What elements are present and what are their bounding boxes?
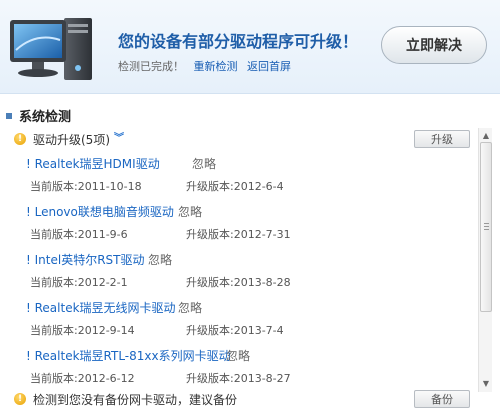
ignore-link[interactable]: 忽略 bbox=[226, 347, 250, 364]
header-banner: 您的设备有部分驱动程序可升级！ 检测已完成！ 重新检测 返回首屏 立即解决 bbox=[0, 0, 500, 94]
double-chevron-down-icon[interactable]: ︾ bbox=[114, 134, 124, 144]
upgrade-button[interactable]: 升级 bbox=[414, 130, 470, 148]
driver-name-link[interactable]: ! Realtek瑞昱HDMI驱动 bbox=[26, 155, 160, 172]
driver-item: ! Lenovo联想电脑音频驱动 忽略 当前版本:2011-9-6 升级版本:2… bbox=[26, 198, 466, 242]
scrollbar-grip-icon bbox=[484, 223, 489, 231]
section-title-text: 系统检测 bbox=[19, 110, 72, 125]
scrollbar-thumb[interactable] bbox=[480, 142, 492, 312]
ignore-link[interactable]: 忽略 bbox=[178, 203, 202, 220]
upgrade-version: 升级版本:2013-7-4 bbox=[186, 324, 284, 337]
driver-item: ! Realtek瑞昱无线网卡驱动 忽略 当前版本:2012-9-14 升级版本… bbox=[26, 294, 466, 338]
vertical-scrollbar[interactable]: ▲ ▼ bbox=[478, 128, 492, 392]
current-version: 当前版本:2012-9-14 bbox=[30, 324, 135, 337]
ignore-link[interactable]: 忽略 bbox=[192, 155, 216, 172]
driver-item: ! Intel英特尔RST驱动 忽略 当前版本:2012-2-1 升级版本:20… bbox=[26, 246, 466, 290]
upgrade-group-label: 驱动升级(5项) bbox=[33, 132, 110, 147]
rescan-link[interactable]: 重新检测 bbox=[194, 60, 238, 73]
warning-icon: ! bbox=[14, 393, 26, 405]
scroll-down-arrow-icon[interactable]: ▼ bbox=[481, 378, 491, 388]
driver-name-link[interactable]: ! Lenovo联想电脑音频驱动 bbox=[26, 203, 174, 220]
status-text: 检测已完成！ bbox=[118, 60, 184, 73]
upgrade-version: 升级版本:2013-8-28 bbox=[186, 276, 291, 289]
driver-item: ! Realtek瑞昱RTL-81xx系列网卡驱动 忽略 当前版本:2012-6… bbox=[26, 342, 466, 386]
backup-warning-text: 检测到您没有备份网卡驱动，建议备份 bbox=[33, 392, 238, 407]
page-headline: 您的设备有部分驱动程序可升级！ bbox=[118, 32, 359, 51]
upgrade-version: 升级版本:2012-7-31 bbox=[186, 228, 291, 241]
driver-list: ! Realtek瑞昱HDMI驱动 忽略 当前版本:2011-10-18 升级版… bbox=[0, 150, 476, 390]
home-link[interactable]: 返回首屏 bbox=[247, 60, 291, 73]
current-version: 当前版本:2011-9-6 bbox=[30, 228, 128, 241]
section-bullet-icon bbox=[6, 112, 12, 119]
section-title: 系统检测 bbox=[6, 106, 71, 125]
driver-item: ! Realtek瑞昱HDMI驱动 忽略 当前版本:2011-10-18 升级版… bbox=[26, 150, 466, 194]
current-version: 当前版本:2012-6-12 bbox=[30, 372, 135, 385]
warning-icon: ! bbox=[14, 133, 26, 145]
fix-now-button[interactable]: 立即解决 bbox=[381, 26, 487, 64]
current-version: 当前版本:2011-10-18 bbox=[30, 180, 142, 193]
driver-name-link[interactable]: ! Realtek瑞昱无线网卡驱动 bbox=[26, 299, 176, 316]
current-version: 当前版本:2012-2-1 bbox=[30, 276, 128, 289]
status-line: 检测已完成！ 重新检测 返回首屏 bbox=[118, 58, 291, 74]
scroll-up-arrow-icon[interactable]: ▲ bbox=[481, 130, 491, 140]
computer-illustration bbox=[10, 18, 92, 80]
backup-row: ! 检测到您没有备份网卡驱动，建议备份 bbox=[14, 389, 474, 409]
ignore-link[interactable]: 忽略 bbox=[178, 299, 202, 316]
backup-button[interactable]: 备份 bbox=[414, 390, 470, 408]
upgrade-version: 升级版本:2013-8-27 bbox=[186, 372, 291, 385]
upgrade-group-row: ! 驱动升级(5项) ︾ bbox=[14, 129, 474, 149]
driver-name-link[interactable]: ! Intel英特尔RST驱动 bbox=[26, 251, 144, 268]
ignore-link[interactable]: 忽略 bbox=[148, 251, 172, 268]
upgrade-version: 升级版本:2012-6-4 bbox=[186, 180, 284, 193]
driver-name-link[interactable]: ! Realtek瑞昱RTL-81xx系列网卡驱动 bbox=[26, 347, 231, 364]
